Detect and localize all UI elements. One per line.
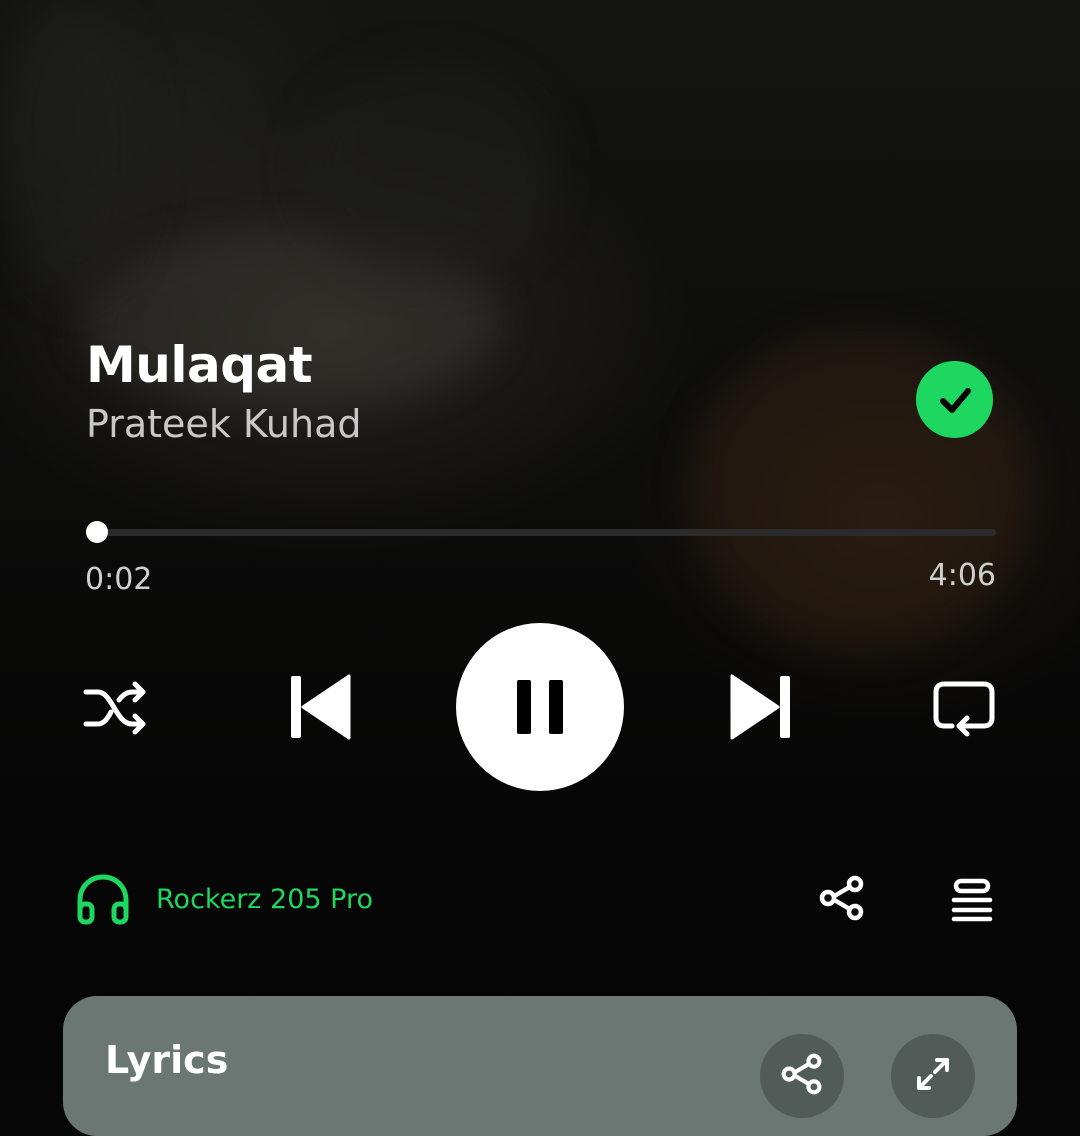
previous-button[interactable] (285, 672, 355, 742)
share-icon (781, 1053, 822, 1095)
progress-bar[interactable] (86, 521, 996, 543)
song-title[interactable]: Mulaqat (86, 336, 313, 394)
total-duration: 4:06 (928, 558, 996, 593)
lyrics-title: Lyrics (105, 1038, 229, 1082)
pause-button[interactable] (456, 623, 624, 791)
share-icon (819, 875, 864, 921)
next-button[interactable] (726, 672, 796, 742)
lyrics-card[interactable]: Lyrics (63, 996, 1017, 1136)
shuffle-button[interactable] (82, 676, 150, 740)
device-name: Rockerz 205 Pro (156, 883, 374, 915)
lyrics-share-button[interactable] (760, 1034, 844, 1118)
pause-icon (517, 680, 563, 734)
headphones-icon (77, 874, 129, 925)
checkmark-icon (939, 387, 971, 413)
queue-icon (951, 878, 993, 922)
artist-name[interactable]: Prateek Kuhad (86, 402, 362, 446)
share-button[interactable] (814, 870, 870, 926)
skip-previous-icon (291, 674, 351, 740)
liked-button[interactable] (916, 361, 993, 438)
expand-icon (917, 1058, 949, 1090)
repeat-icon (933, 681, 995, 737)
queue-button[interactable] (944, 872, 1000, 928)
elapsed-time: 0:02 (85, 562, 153, 597)
lyrics-expand-button[interactable] (891, 1034, 975, 1118)
skip-next-icon (730, 674, 790, 740)
connected-device[interactable]: Rockerz 205 Pro (74, 870, 373, 928)
repeat-button[interactable] (930, 674, 998, 742)
shuffle-icon (83, 681, 146, 735)
